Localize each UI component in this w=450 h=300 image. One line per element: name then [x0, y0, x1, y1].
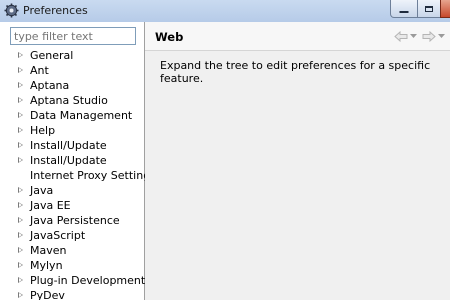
triangle-right-icon[interactable] [18, 97, 23, 103]
tree-item-label: Help [30, 124, 56, 137]
tree-item[interactable]: PyDev [0, 288, 144, 300]
tree-item-label: Maven [30, 244, 67, 257]
tree-item-label: Install/Update [30, 139, 107, 152]
close-button[interactable] [440, 0, 450, 18]
tree-item-label: PyDev [30, 289, 65, 300]
forward-arrow-icon[interactable] [422, 31, 436, 42]
tree-item-label: Java Persistence [30, 214, 120, 227]
tree-item-label: JavaScript [30, 229, 86, 242]
chevron-down-icon[interactable] [438, 34, 445, 39]
tree-item-label: Data Management [30, 109, 133, 122]
back-arrow-icon[interactable] [394, 31, 408, 42]
triangle-right-icon[interactable] [18, 127, 23, 133]
filter-input[interactable] [10, 27, 136, 45]
triangle-right-icon[interactable] [18, 262, 23, 268]
page-header: Web [145, 22, 450, 51]
tree-item[interactable]: Install/Update [0, 153, 144, 168]
tree-item[interactable]: Java [0, 183, 144, 198]
tree-item[interactable]: General [0, 48, 144, 63]
tree-item[interactable]: Ant [0, 63, 144, 78]
tree-item-label: Plug-in Development [30, 274, 146, 287]
minimize-button[interactable] [390, 0, 418, 18]
tree-item[interactable]: Java EE [0, 198, 144, 213]
chevron-down-icon[interactable] [410, 34, 417, 39]
minimize-icon [399, 10, 409, 13]
tree-item-label: Java [30, 184, 54, 197]
maximize-icon [425, 5, 433, 12]
triangle-right-icon[interactable] [18, 277, 23, 283]
tree-item[interactable]: Aptana [0, 78, 144, 93]
window-title: Preferences [23, 4, 88, 17]
preference-tree: General Ant Aptana Aptana Studio Data Manage… [0, 48, 156, 300]
triangle-right-icon[interactable] [18, 82, 23, 88]
tree-item-label: General [30, 49, 74, 62]
triangle-right-icon[interactable] [18, 202, 23, 208]
page-description: Expand the tree to edit preferences for … [160, 59, 431, 85]
tree-item-label: Aptana [30, 79, 70, 92]
title-bar: Preferences [0, 0, 450, 23]
preference-tree-pane: General Ant Aptana Aptana Studio Data Manage… [0, 22, 156, 300]
page-title: Web [155, 30, 184, 44]
tree-item-label: Mylyn [30, 259, 63, 272]
triangle-right-icon[interactable] [18, 52, 23, 58]
preferences-window: Preferences General Ant Aptana Aptana Studi… [0, 0, 450, 300]
tree-item[interactable]: Data Management [0, 108, 144, 123]
triangle-right-icon[interactable] [18, 217, 23, 223]
tree-item[interactable]: Install/Update [0, 138, 144, 153]
tree-item[interactable]: Aptana Studio [0, 93, 144, 108]
preference-page: Web Expand the tree to edit preferences … [145, 22, 450, 300]
triangle-right-icon[interactable] [18, 187, 23, 193]
triangle-right-icon[interactable] [18, 142, 23, 148]
tree-item[interactable]: Maven [0, 243, 144, 258]
triangle-right-icon[interactable] [18, 157, 23, 163]
tree-item[interactable]: JavaScript [0, 228, 144, 243]
tree-item[interactable]: Mylyn [0, 258, 144, 273]
tree-item-label: Aptana Studio [30, 94, 108, 107]
triangle-right-icon[interactable] [18, 292, 23, 298]
triangle-right-icon[interactable] [18, 247, 23, 253]
triangle-right-icon[interactable] [18, 67, 23, 73]
triangle-right-icon[interactable] [18, 112, 23, 118]
tree-item[interactable]: Internet Proxy Settings [0, 168, 156, 183]
eclipse-gear-icon[interactable] [4, 3, 19, 18]
tree-item-label: Internet Proxy Settings [30, 169, 156, 182]
tree-item[interactable]: Help [0, 123, 144, 138]
tree-item[interactable]: Java Persistence [0, 213, 144, 228]
tree-item-label: Install/Update [30, 154, 107, 167]
tree-item-label: Ant [30, 64, 49, 77]
maximize-button[interactable] [417, 0, 441, 18]
triangle-right-icon[interactable] [18, 232, 23, 238]
tree-item-label: Java EE [30, 199, 71, 212]
tree-item[interactable]: Plug-in Development [0, 273, 146, 288]
